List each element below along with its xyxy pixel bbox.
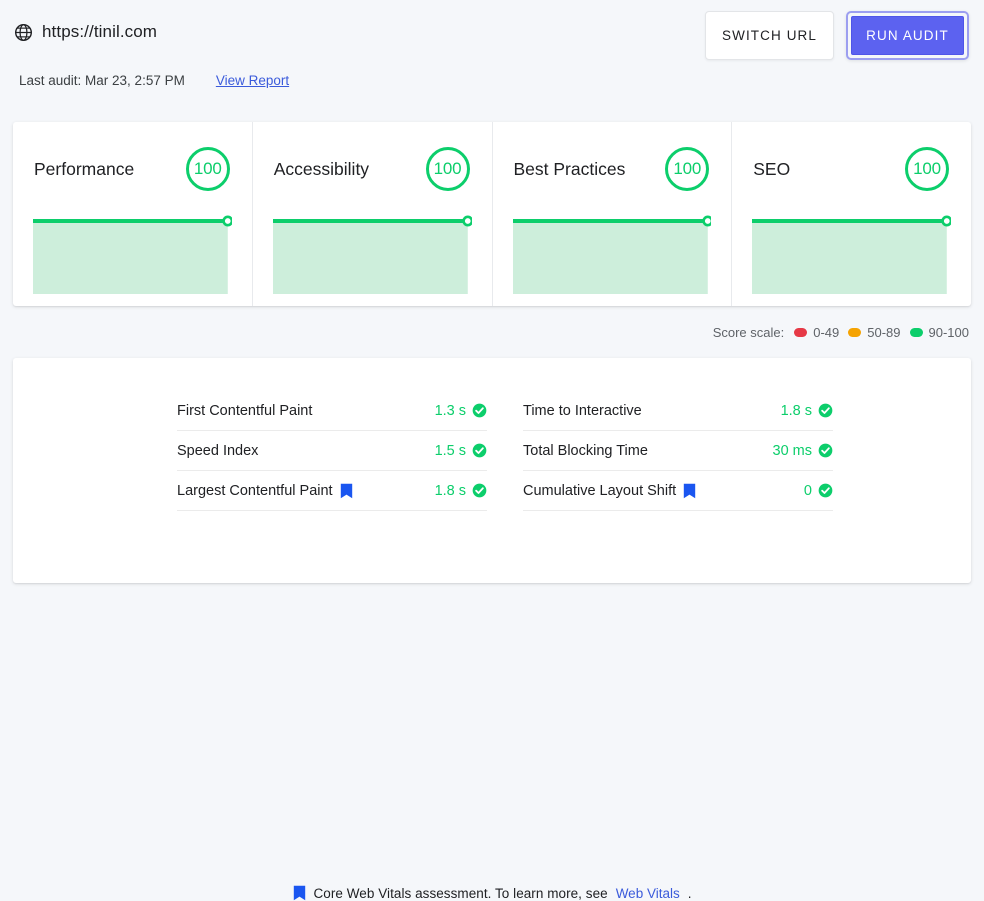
score-header: Performance 100 <box>34 144 231 194</box>
metric-row[interactable]: Total Blocking Time 30 ms <box>523 431 833 471</box>
score-value: 100 <box>433 159 462 178</box>
score-card-performance[interactable]: Performance 100 <box>13 122 253 306</box>
switch-url-button[interactable]: SWITCH URL <box>705 11 834 60</box>
score-sparkline <box>752 210 951 294</box>
metric-name: Largest Contentful Paint <box>177 482 333 499</box>
vitals-note-suffix: . <box>687 885 692 901</box>
score-title: Performance <box>34 158 135 179</box>
score-header: SEO 100 <box>753 144 950 194</box>
metrics-panel: First Contentful Paint 1.3 s Speed Index… <box>13 358 971 901</box>
audit-meta-row: Last audit: Mar 23, 2:57 PM View Report <box>19 73 289 88</box>
metric-value: 0 <box>803 482 812 499</box>
score-gauge: 100 <box>664 146 710 192</box>
scale-legend-item-average: 50-89 <box>848 325 901 340</box>
score-gauge: 100 <box>904 146 950 192</box>
run-audit-button[interactable]: RUN AUDIT <box>851 16 964 55</box>
run-audit-focus-ring: RUN AUDIT <box>846 11 969 60</box>
metric-name: Total Blocking Time <box>523 442 648 459</box>
score-value: 100 <box>193 159 222 178</box>
score-value: 100 <box>913 159 941 178</box>
metric-value: 1.5 s <box>434 442 466 459</box>
pass-check-icon <box>472 403 487 418</box>
metric-row[interactable]: Cumulative Layout Shift 0 <box>523 471 833 511</box>
metric-value: 1.3 s <box>434 402 466 419</box>
header-actions: SWITCH URL RUN AUDIT <box>705 11 969 60</box>
bookmark-icon <box>293 885 306 901</box>
score-card-accessibility[interactable]: Accessibility 100 <box>253 122 493 306</box>
score-value: 100 <box>673 159 702 178</box>
metrics-grid: First Contentful Paint 1.3 s Speed Index… <box>177 391 833 511</box>
score-sparkline <box>272 210 472 294</box>
metric-row[interactable]: Speed Index 1.5 s <box>177 431 487 471</box>
metric-name: First Contentful Paint <box>177 402 313 419</box>
metric-row[interactable]: Largest Contentful Paint 1.8 s <box>177 471 487 511</box>
pass-check-icon <box>472 443 487 458</box>
score-sparkline <box>512 210 712 294</box>
globe-icon <box>14 23 33 42</box>
score-card-best-practices[interactable]: Best Practices 100 <box>493 122 733 306</box>
scale-range-label: 0-49 <box>813 325 840 340</box>
score-scale-legend: Score scale: 0-49 50-89 90-100 <box>713 325 969 340</box>
metric-name: Speed Index <box>177 442 259 459</box>
scale-dot-green <box>909 328 923 337</box>
score-sparkline <box>33 210 232 294</box>
score-gauge: 100 <box>425 146 471 192</box>
score-header: Accessibility 100 <box>274 144 471 194</box>
last-audit-timestamp: Last audit: Mar 23, 2:57 PM <box>19 73 185 88</box>
pass-check-icon <box>472 483 487 498</box>
score-title: Accessibility <box>273 158 370 179</box>
scale-dot-orange <box>848 328 862 337</box>
score-title: SEO <box>753 158 791 179</box>
score-title: Best Practices <box>513 158 626 179</box>
category-scores-panel: Performance 100 Accessibility 100 Best P… <box>13 122 971 306</box>
core-web-vitals-note: Core Web Vitals assessment. To learn mor… <box>13 885 971 901</box>
scale-legend-label: Score scale: <box>712 325 785 340</box>
scale-range-label: 50-89 <box>867 325 901 340</box>
pass-check-icon <box>818 483 833 498</box>
pass-check-icon <box>818 443 833 458</box>
scale-range-label: 90-100 <box>928 325 969 340</box>
metric-name: Cumulative Layout Shift <box>523 482 677 499</box>
view-report-link[interactable]: View Report <box>216 73 289 88</box>
metric-row[interactable]: First Contentful Paint 1.3 s <box>177 391 487 431</box>
score-card-seo[interactable]: SEO 100 <box>732 122 971 306</box>
web-vitals-link[interactable]: Web Vitals <box>616 886 680 901</box>
score-gauge: 100 <box>185 146 231 192</box>
bookmark-icon <box>340 483 353 499</box>
scale-legend-item-fail: 0-49 <box>794 325 839 340</box>
scale-dot-red <box>794 328 808 337</box>
url-display: https://tinil.com <box>14 22 157 42</box>
metric-value: 1.8 s <box>434 482 466 499</box>
metric-row[interactable]: Time to Interactive 1.8 s <box>523 391 833 431</box>
scale-legend-item-pass: 90-100 <box>909 325 969 340</box>
metric-value: 1.8 s <box>780 402 812 419</box>
page-header: https://tinil.com Last audit: Mar 23, 2:… <box>0 0 984 100</box>
metrics-column-right: Time to Interactive 1.8 s Total Blocking… <box>505 391 833 511</box>
url-text: https://tinil.com <box>42 22 158 41</box>
pass-check-icon <box>818 403 833 418</box>
metric-name: Time to Interactive <box>523 402 642 419</box>
metrics-column-left: First Contentful Paint 1.3 s Speed Index… <box>177 391 505 511</box>
score-header: Best Practices 100 <box>514 144 711 194</box>
metric-value: 30 ms <box>772 442 813 459</box>
vitals-note-text: Core Web Vitals assessment. To learn mor… <box>313 885 608 901</box>
bookmark-icon <box>683 483 696 499</box>
